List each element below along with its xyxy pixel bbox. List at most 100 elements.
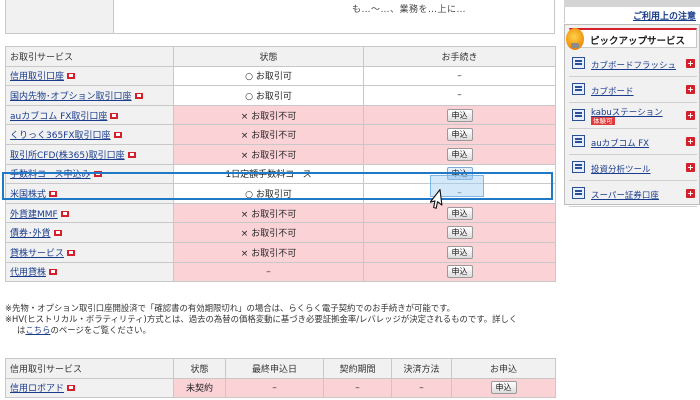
credit-header-last-date: 最終申込日 (225, 358, 324, 379)
service-procedure-cell: 申込 (363, 124, 556, 145)
service-link[interactable]: 国内先物･オプション取引口座 (10, 92, 132, 102)
app-window-icon (572, 109, 585, 121)
service-name-cell: auカブコム FX取引口座 (5, 104, 174, 126)
service-procedure-cell: 申込 (363, 104, 556, 126)
pickup-item-label[interactable]: 投資分析ツール (591, 163, 651, 175)
app-window-icon (572, 161, 585, 173)
services-table-row: 代用貸株 – 申込 (5, 261, 556, 283)
note-hv-method: ※HV(ヒストリカル・ボラティリティ)方式とは、過去の為替の価格変動に基づき必要… (5, 314, 518, 324)
service-status: × お取引不可 (173, 124, 364, 145)
apply-button[interactable]: 申込 (446, 245, 473, 259)
service-link[interactable]: 外貨建MMF (10, 210, 58, 220)
pickup-item[interactable]: auカブコム FX + (569, 129, 697, 155)
apply-button[interactable]: 申込 (446, 226, 473, 240)
apply-button[interactable]: 申込 (446, 265, 473, 279)
header-service: お取引サービス (5, 46, 174, 67)
service-link[interactable]: くりっく365FX取引口座 (10, 131, 111, 141)
credit-header-service: 信用取引サービス (5, 358, 174, 379)
service-status: × お取引不可 (173, 241, 364, 263)
pickup-item-label[interactable]: スーパー証券口座 (591, 189, 659, 201)
pickup-item[interactable]: カブボードフラッシュ + (569, 51, 697, 77)
credit-apply-cell: 申込 (451, 377, 556, 399)
service-procedure-cell: – (363, 65, 556, 87)
service-name-cell: 債券･外貨 (5, 222, 174, 243)
credit-robo-link[interactable]: 信用ロボアド (10, 384, 64, 394)
service-name-cell: 貸株サービス (5, 241, 174, 263)
app-window-icon (572, 187, 585, 199)
service-status: × お取引不可 (173, 104, 364, 126)
pickup-item-label[interactable]: カブボードフラッシュ (591, 59, 676, 71)
note-futures-options: ※先物・オプション取引口座開設済で「確認書の有効期限切れ」の場合は、らくらく電子… (5, 303, 456, 313)
service-status: × お取引不可 (173, 143, 364, 165)
pickup-item-label[interactable]: カブボード (591, 85, 634, 97)
apply-button[interactable]: 申込 (446, 108, 473, 122)
credit-header-apply: お申込 (451, 358, 556, 379)
main-content: も…～…、業務を…上に… お取引サービス 状態 お手続き 信用取引口座 ○ お取引… (0, 0, 556, 400)
plus-icon[interactable]: + (686, 111, 695, 120)
service-procedure-cell: 申込 (363, 241, 556, 263)
service-link[interactable]: 貸株サービス (10, 249, 64, 259)
services-table-header: お取引サービス 状態 お手続き (5, 46, 556, 67)
credit-last-date: – (225, 377, 324, 399)
pickup-item[interactable]: 投資分析ツール + (569, 155, 697, 181)
plus-icon[interactable]: + (686, 59, 695, 68)
credit-services-table: 信用取引サービス 状態 最終申込日 契約期間 決済方法 お申込 信用ロボアド 未… (5, 358, 556, 399)
services-table-row: 外貨建MMF × お取引不可 申込 (5, 202, 556, 224)
apply-button[interactable]: 申込 (446, 128, 473, 142)
service-name-cell: 取引所CFD(株365)取引口座 (5, 143, 174, 165)
note-see-page: はこちらのページをご覧ください。 (5, 325, 557, 336)
external-window-icon (110, 112, 119, 119)
service-link[interactable]: 債券･外貨 (10, 229, 51, 239)
service-link[interactable]: 代用貸株 (10, 268, 46, 278)
external-window-icon (127, 151, 136, 158)
services-table-row: くりっく365FX取引口座 × お取引不可 申込 (5, 124, 556, 145)
credit-table-header: 信用取引サービス 状態 最終申込日 契約期間 決済方法 お申込 (5, 358, 556, 379)
external-window-icon (113, 132, 122, 139)
service-name-cell: 信用取引口座 (5, 65, 174, 87)
usage-notice: ご利用上の注意 (564, 7, 700, 23)
service-status: × お取引不可 (173, 222, 364, 243)
services-table-row: 信用取引口座 ○ お取引可 – (5, 65, 556, 87)
external-window-icon (67, 385, 76, 392)
service-procedure-cell: 申込 (363, 261, 556, 283)
apply-button[interactable]: 申込 (446, 147, 473, 161)
service-link[interactable]: 信用取引口座 (10, 72, 64, 82)
pickup-item[interactable]: kabuステーション 体験可 + (569, 103, 697, 129)
service-status: – (173, 261, 364, 283)
services-table-row: 国内先物･オプション取引口座 ○ お取引可 – (5, 85, 556, 106)
service-status: × お取引不可 (173, 202, 364, 224)
top-fragment-text: も…～…、業務を…上に… (352, 5, 467, 15)
credit-header-settlement: 決済方法 (391, 358, 452, 379)
plus-icon[interactable]: + (686, 189, 695, 198)
app-window-icon (572, 135, 585, 147)
service-name-cell: くりっく365FX取引口座 (5, 124, 174, 145)
header-procedure: お手続き (363, 46, 556, 67)
top-table-fragment: も…～…、業務を…上に… (5, 0, 555, 34)
pickup-list: カブボードフラッシュ + カブボード + kabuステーション 体験可 + auカブコム FX… (569, 51, 697, 207)
pickup-item-label[interactable]: auカブコム FX (591, 137, 649, 149)
services-table-row: 取引所CFD(株365)取引口座 × お取引不可 申込 (5, 143, 556, 165)
pickup-item[interactable]: スーパー証券口座 + (569, 181, 697, 207)
pickup-title: ピックアップサービス (590, 36, 686, 47)
plus-icon[interactable]: + (686, 163, 695, 172)
usage-notice-link[interactable]: ご利用上の注意 (633, 9, 696, 22)
plus-icon[interactable]: + (686, 137, 695, 146)
pickup-header: ピックアップサービス (566, 28, 697, 50)
credit-settlement: – (391, 377, 452, 399)
credit-apply-button[interactable]: 申込 (490, 381, 517, 395)
services-table: お取引サービス 状態 お手続き 信用取引口座 ○ お取引可 – 国内先物･オプション取… (5, 46, 556, 283)
service-procedure-cell: 申込 (363, 202, 556, 224)
pickup-item[interactable]: カブボード + (569, 77, 697, 103)
app-window-icon (572, 57, 585, 69)
plus-icon[interactable]: + (686, 85, 695, 94)
external-window-icon (60, 210, 69, 217)
service-link[interactable]: auカブコム FX取引口座 (10, 112, 107, 122)
here-link[interactable]: こちら (25, 325, 50, 335)
external-window-icon (134, 92, 143, 99)
service-procedure-cell: 申込 (363, 143, 556, 165)
credit-service-name-cell: 信用ロボアド (5, 377, 174, 399)
services-table-row: auカブコム FX取引口座 × お取引不可 申込 (5, 104, 556, 126)
services-table-row: 貸株サービス × お取引不可 申込 (5, 241, 556, 263)
service-link[interactable]: 取引所CFD(株365)取引口座 (10, 151, 125, 161)
top-fragment-label-cell (6, 0, 114, 33)
